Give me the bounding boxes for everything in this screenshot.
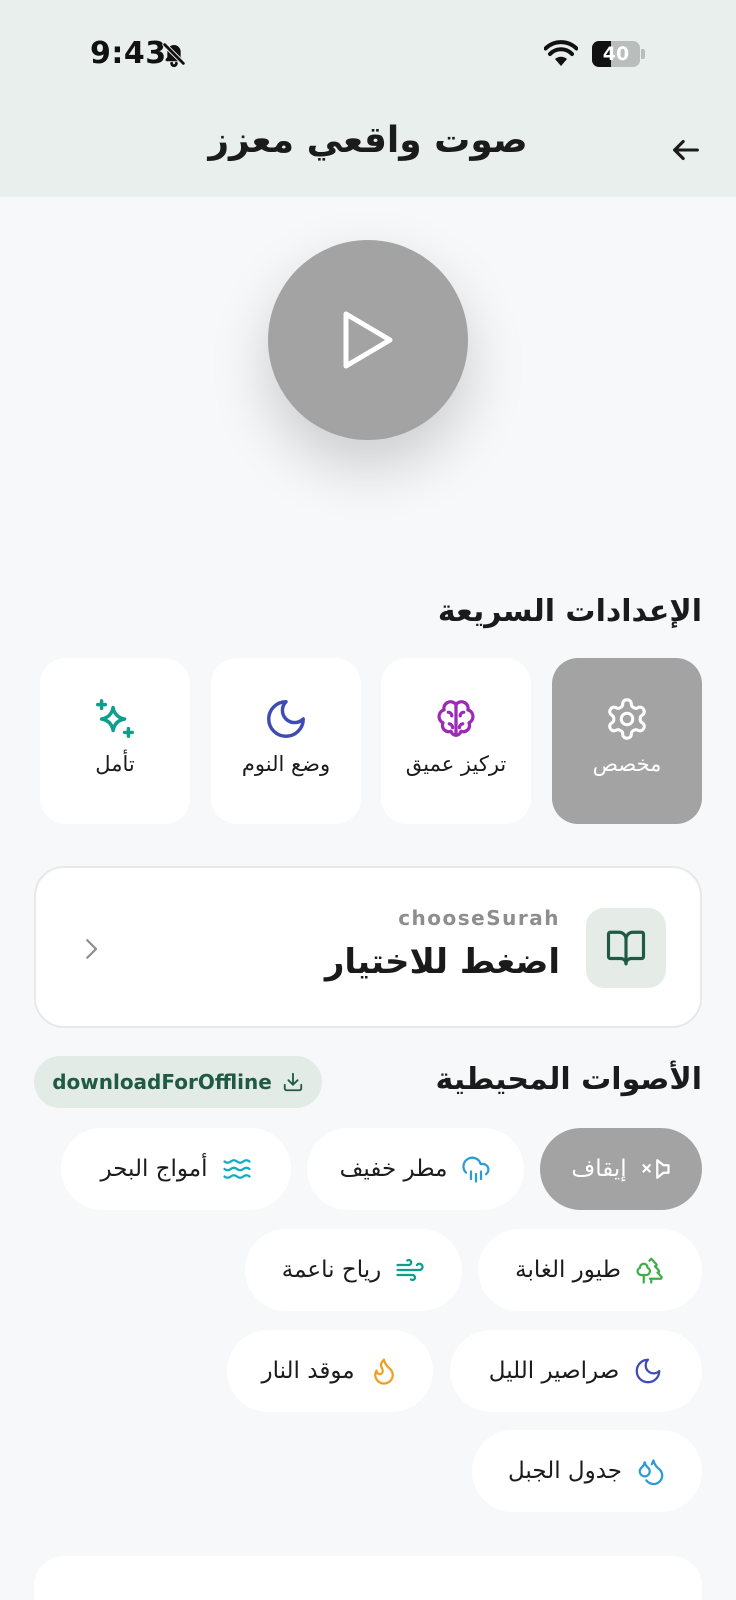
gear-icon xyxy=(608,698,646,740)
download-label: downloadForOffline xyxy=(52,1070,272,1094)
quick-setting-custom[interactable]: مخصص xyxy=(552,658,702,824)
download-icon xyxy=(283,1072,302,1092)
ambient-chip-forest-birds[interactable]: طيور الغابة xyxy=(478,1229,702,1311)
ambient-chip-sea-waves[interactable]: أمواج البحر xyxy=(61,1128,291,1210)
quick-setting-label: تركيز عميق xyxy=(405,752,507,776)
status-time: 9:43 xyxy=(90,36,167,71)
wifi-icon xyxy=(544,40,578,66)
bell-off-icon xyxy=(162,42,186,68)
quick-setting-sleep[interactable]: وضع النوم xyxy=(211,658,361,824)
chevron-right-icon xyxy=(86,939,98,959)
volume-card xyxy=(34,1556,702,1600)
ambient-title: الأصوات المحيطية xyxy=(435,1062,702,1097)
battery-level: 40 xyxy=(602,43,630,65)
surah-subtitle: chooseSurah xyxy=(398,906,560,930)
book-open-icon xyxy=(606,930,646,966)
play-icon xyxy=(343,311,393,369)
choose-surah-card[interactable]: chooseSurah اضغط للاختيار xyxy=(34,866,702,1028)
ambient-chip-light-rain[interactable]: مطر خفيف xyxy=(307,1128,524,1210)
quick-settings-title: الإعدادات السريعة xyxy=(437,594,702,629)
quick-setting-label: وضع النوم xyxy=(241,752,331,776)
chip-label: أمواج البحر xyxy=(100,1156,208,1182)
quick-setting-label: مخصص xyxy=(592,752,662,776)
chip-label: إيقاف xyxy=(571,1156,627,1182)
quick-setting-meditation[interactable]: تأمل xyxy=(40,658,190,824)
moon-icon xyxy=(267,700,305,738)
surah-label: اضغط للاختيار xyxy=(324,942,560,982)
ambient-chip-night-crickets[interactable]: صراصير الليل xyxy=(450,1330,702,1412)
waves-icon xyxy=(222,1159,251,1179)
battery-indicator: 40 xyxy=(592,41,645,67)
chip-label: مطر خفيف xyxy=(339,1156,448,1182)
moon-icon xyxy=(635,1358,661,1384)
mute-icon xyxy=(642,1159,670,1179)
trees-icon xyxy=(636,1257,663,1284)
chip-label: طيور الغابة xyxy=(515,1257,621,1283)
screen: 9:43 40 صوت واقعي معزز الإعدادات السريعة… xyxy=(0,0,736,1600)
ambient-chip-mountain-stream[interactable]: جدول الجبل xyxy=(472,1430,702,1512)
surah-icon-box xyxy=(586,908,666,988)
chip-label: جدول الجبل xyxy=(507,1458,623,1484)
play-button[interactable] xyxy=(268,240,468,440)
arrow-right-icon xyxy=(673,139,699,161)
wind-icon xyxy=(396,1258,424,1282)
app-header: 9:43 40 صوت واقعي معزز xyxy=(0,0,736,197)
download-offline-button[interactable]: downloadForOffline xyxy=(34,1056,322,1108)
quick-setting-deep-focus[interactable]: تركيز عميق xyxy=(381,658,531,824)
quick-setting-label: تأمل xyxy=(95,752,135,776)
ambient-chip-fireplace[interactable]: موقد النار xyxy=(227,1330,433,1412)
brain-icon xyxy=(437,700,475,737)
rain-icon xyxy=(462,1156,490,1183)
back-button[interactable] xyxy=(664,128,708,172)
chip-label: رياح ناعمة xyxy=(281,1257,382,1283)
droplets-icon xyxy=(638,1459,664,1486)
ambient-chip-off[interactable]: إيقاف xyxy=(540,1128,702,1210)
chip-label: صراصير الليل xyxy=(488,1358,620,1384)
chip-label: موقد النار xyxy=(261,1358,355,1384)
flame-icon xyxy=(373,1358,394,1385)
page-title: صوت واقعي معزز xyxy=(208,120,528,161)
sparkle-icon xyxy=(96,699,134,738)
ambient-chip-soft-wind[interactable]: رياح ناعمة xyxy=(245,1229,462,1311)
